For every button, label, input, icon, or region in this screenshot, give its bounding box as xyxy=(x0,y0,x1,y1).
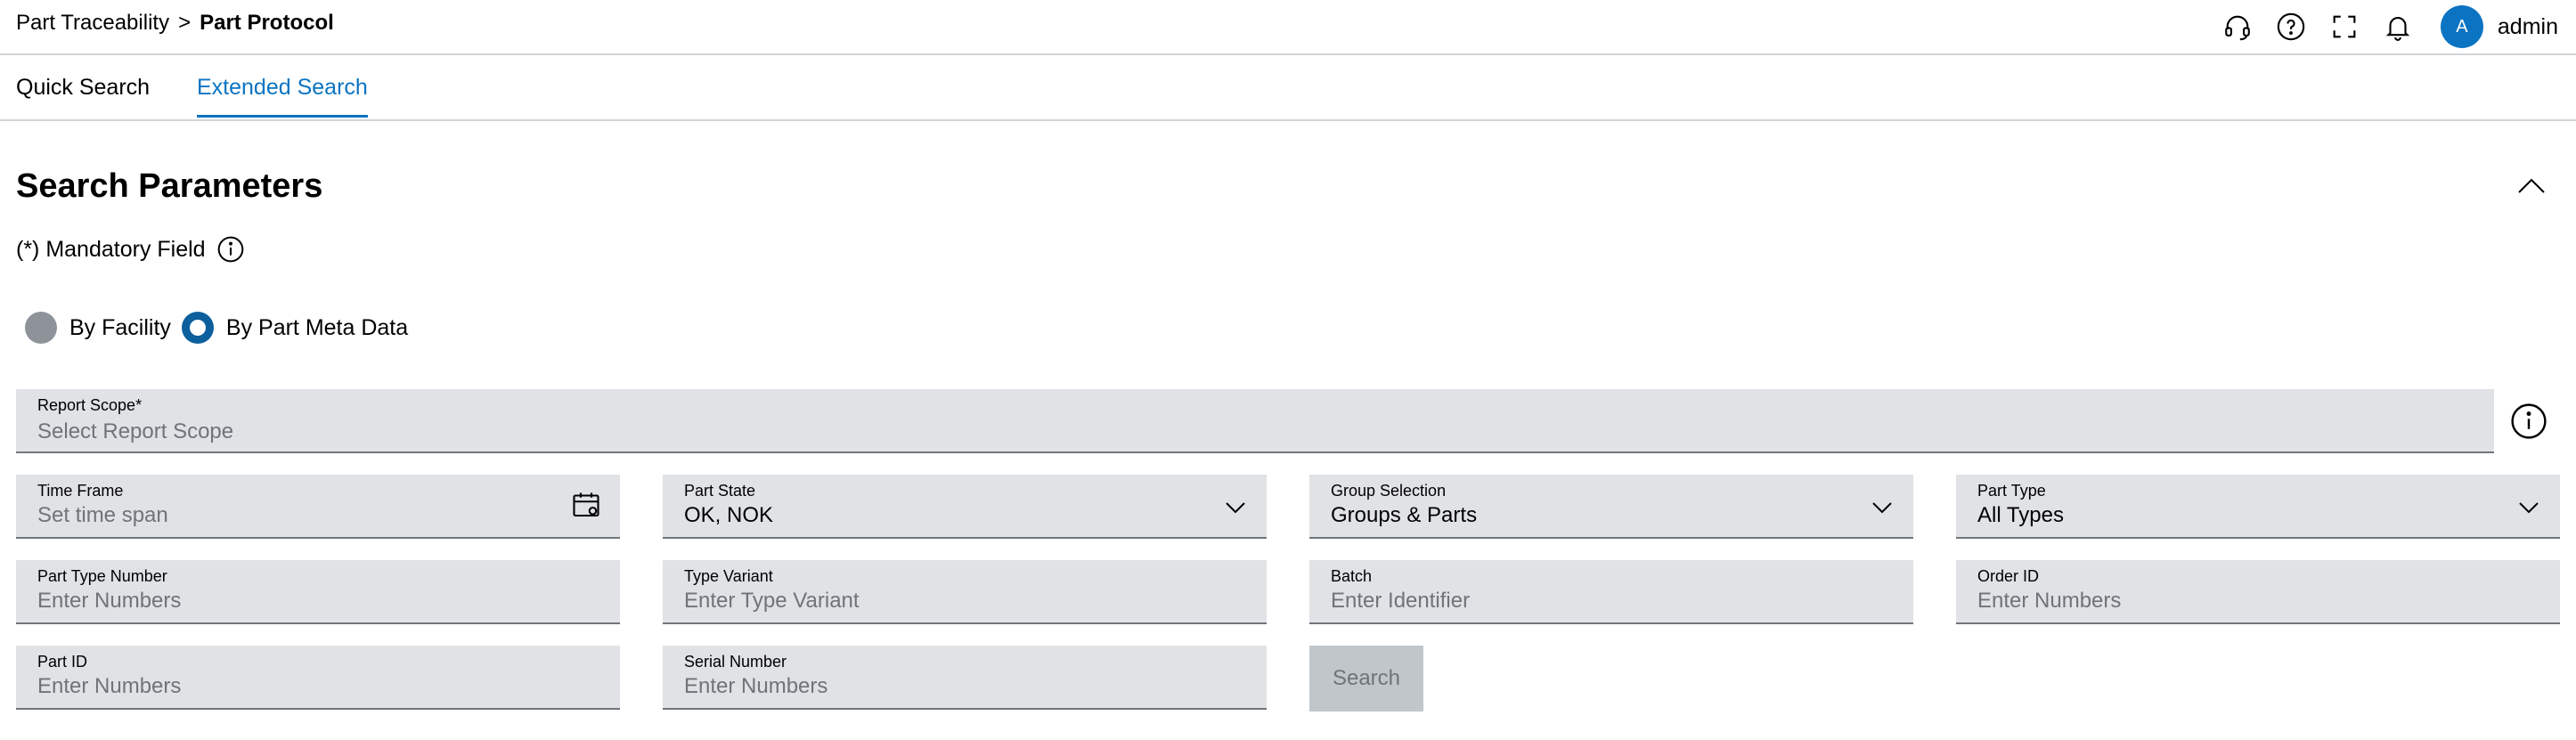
fullscreen-icon[interactable] xyxy=(2318,4,2371,50)
search-mode-radio-group: By Facility By Part Meta Data xyxy=(25,312,419,344)
serial-number-input[interactable]: Enter Numbers xyxy=(684,674,827,699)
avatar[interactable]: A xyxy=(2440,5,2483,48)
report-scope-label: Report Scope* xyxy=(37,396,143,414)
bell-icon[interactable] xyxy=(2371,4,2425,50)
part-state-select[interactable]: Part State OK, NOK xyxy=(663,475,1267,539)
search-button[interactable]: Search xyxy=(1309,646,1423,712)
part-id-label: Part ID xyxy=(37,653,88,671)
order-id-label: Order ID xyxy=(1977,567,2040,585)
section-title: Search Parameters xyxy=(16,167,323,205)
part-type-value[interactable]: All Types xyxy=(1977,503,2064,528)
report-scope-input[interactable]: Select Report Scope xyxy=(37,419,233,444)
help-icon[interactable] xyxy=(2264,4,2318,50)
group-selection-label: Group Selection xyxy=(1331,482,1447,500)
info-icon[interactable] xyxy=(216,235,245,264)
batch-label: Batch xyxy=(1331,567,1373,585)
radio-by-part-meta-data[interactable] xyxy=(181,312,214,344)
radio-by-part-meta-data-label[interactable]: By Part Meta Data xyxy=(226,315,408,341)
tab-quick-search[interactable]: Quick Search xyxy=(16,75,150,115)
group-selection-value[interactable]: Groups & Parts xyxy=(1331,503,1477,528)
chevron-down-icon[interactable] xyxy=(1869,494,1895,521)
order-id-input[interactable]: Enter Numbers xyxy=(1977,589,2121,614)
info-icon[interactable] xyxy=(2510,403,2547,440)
mandatory-label: (*) Mandatory Field xyxy=(16,236,206,262)
chevron-down-icon[interactable] xyxy=(2515,494,2542,521)
breadcrumb: Part Traceability > Part Protocol xyxy=(16,11,334,36)
tab-bar: Quick Search Extended Search xyxy=(0,55,2576,121)
user-name[interactable]: admin xyxy=(2498,14,2558,40)
breadcrumb-current: Part Protocol xyxy=(200,11,334,35)
group-selection-select[interactable]: Group Selection Groups & Parts xyxy=(1309,475,1913,539)
breadcrumb-parent[interactable]: Part Traceability xyxy=(16,11,169,36)
part-type-number-field[interactable]: Part Type Number Enter Numbers xyxy=(16,560,620,624)
calendar-icon[interactable] xyxy=(570,489,602,521)
type-variant-input[interactable]: Enter Type Variant xyxy=(684,589,860,614)
part-id-field[interactable]: Part ID Enter Numbers xyxy=(16,646,620,710)
batch-field[interactable]: Batch Enter Identifier xyxy=(1309,560,1913,624)
part-type-number-label: Part Type Number xyxy=(37,567,167,585)
serial-number-label: Serial Number xyxy=(684,653,787,671)
time-frame-label: Time Frame xyxy=(37,482,124,500)
tab-extended-search[interactable]: Extended Search xyxy=(197,75,368,118)
headset-icon[interactable] xyxy=(2211,4,2264,50)
chevron-down-icon[interactable] xyxy=(1222,494,1249,521)
part-state-value[interactable]: OK, NOK xyxy=(684,503,773,528)
breadcrumb-separator: > xyxy=(178,11,192,35)
time-frame-input[interactable]: Set time span xyxy=(37,503,168,528)
header-actions: A admin xyxy=(2211,4,2558,50)
batch-input[interactable]: Enter Identifier xyxy=(1331,589,1470,614)
part-type-label: Part Type xyxy=(1977,482,2046,500)
type-variant-field[interactable]: Type Variant Enter Type Variant xyxy=(663,560,1267,624)
time-frame-field[interactable]: Time Frame Set time span xyxy=(16,475,620,539)
report-scope-field[interactable]: Report Scope* Select Report Scope xyxy=(16,389,2494,453)
type-variant-label: Type Variant xyxy=(684,567,773,585)
part-id-input[interactable]: Enter Numbers xyxy=(37,674,181,699)
mandatory-note: (*) Mandatory Field xyxy=(16,235,245,264)
part-type-number-input[interactable]: Enter Numbers xyxy=(37,589,181,614)
part-type-select[interactable]: Part Type All Types xyxy=(1956,475,2560,539)
chevron-up-icon[interactable] xyxy=(2512,169,2551,201)
serial-number-field[interactable]: Serial Number Enter Numbers xyxy=(663,646,1267,710)
order-id-field[interactable]: Order ID Enter Numbers xyxy=(1956,560,2560,624)
radio-by-facility[interactable] xyxy=(25,312,57,344)
top-bar: Part Traceability > Part Protocol A admi… xyxy=(0,0,2576,55)
radio-by-facility-label[interactable]: By Facility xyxy=(69,315,171,341)
part-state-label: Part State xyxy=(684,482,756,500)
